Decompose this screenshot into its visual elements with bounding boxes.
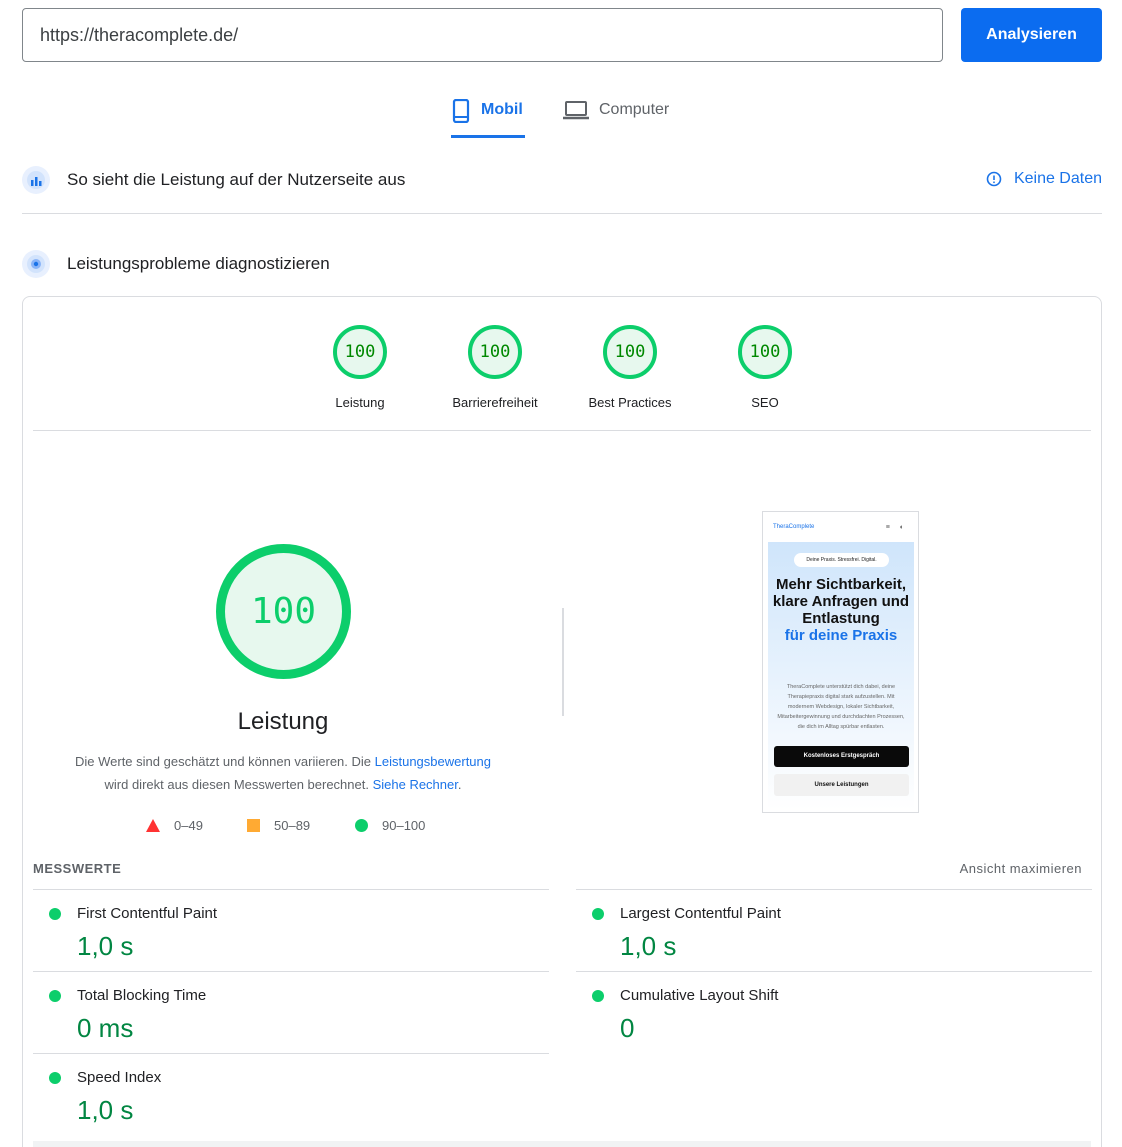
score-link[interactable]: Leistungsbewertung [375,754,491,769]
screenshot-headline-text: Mehr Sichtbarkeit, klare Anfragen und En… [772,576,910,627]
metric-label: Cumulative Layout Shift [620,987,779,1004]
info-icon [986,171,1002,187]
legend-pass: 90–100 [355,818,425,833]
legend-range: 90–100 [382,818,426,833]
menu-icon: ≡ ◐ [885,523,908,531]
bottom-bar [33,1141,1091,1147]
gauge-score: 100 [603,325,657,379]
maximize-view-button[interactable]: Ansicht maximieren [960,861,1082,876]
field-data-icon [22,166,50,194]
circle-icon [355,819,368,832]
screenshot-secondary-cta: Unsere Leistungen [774,774,909,796]
gauge-performance[interactable]: 100 Leistung [295,325,425,410]
vertical-divider [562,608,564,716]
good-status-icon [49,1072,61,1084]
good-status-icon [49,908,61,920]
field-data-title: So sieht die Leistung auf der Nutzerseit… [67,170,406,189]
metric-value: 0 ms [77,1013,134,1043]
metric-value: 1,0 s [77,931,134,961]
screenshot-hero: Deine Praxis. Stressfrei. Digital. Mehr … [768,542,914,810]
tab-mobile[interactable]: Mobil [451,92,525,138]
performance-title: Leistung [237,708,329,735]
gauge-seo[interactable]: 100 SEO [700,325,830,410]
metric-tbt: Total Blocking Time 0 ms [33,971,549,1053]
gauges-divider [33,430,1091,431]
no-data-link[interactable]: Keine Daten [986,170,1102,188]
diagnose-section: Leistungsprobleme diagnostizieren [22,244,1102,284]
phone-icon [452,99,470,123]
metric-fcp: First Contentful Paint 1,0 s [33,889,549,971]
no-data-label: Keine Daten [1013,170,1102,187]
performance-gauge: 100 [216,544,351,679]
screenshot-body: TheraComplete unterstützt dich dabei, de… [777,684,905,730]
tab-computer-label: Computer [599,101,670,118]
metric-label: Speed Index [77,1069,162,1086]
metric-lcp: Largest Contentful Paint 1,0 s [576,889,1092,971]
good-status-icon [592,990,604,1002]
metric-label: First Contentful Paint [77,905,218,922]
gauge-label: Leistung [335,395,385,410]
laptop-icon [563,101,589,120]
metric-speed-index: Speed Index 1,0 s [33,1053,549,1135]
gauge-label: Best Practices [588,395,672,410]
calculator-link[interactable]: Siehe Rechner [373,777,458,792]
explain-text: . [457,777,462,792]
section-divider [22,213,1102,214]
gauge-score: 100 [468,325,522,379]
gauge-score: 100 [738,325,792,379]
explain-text: wird direkt aus diesen Messwerten berech… [104,777,373,792]
screenshot-headline-accent: für deine Praxis [784,627,898,644]
screenshot-primary-cta: Kostenloses Erstgespräch [774,746,909,767]
analyze-button[interactable]: Analysieren [961,8,1102,62]
screenshot-header: TheraComplete ≡ ◐ [763,512,918,542]
tab-mobile-label: Mobil [481,101,523,118]
metric-value: 1,0 s [77,1095,134,1125]
legend-range: 0–49 [174,818,203,833]
diagnose-icon [22,250,50,278]
diagnose-title: Leistungsprobleme diagnostizieren [67,254,330,273]
gauge-best-practices[interactable]: 100 Best Practices [565,325,695,410]
legend-range: 50–89 [274,818,311,833]
good-status-icon [49,990,61,1002]
gauge-accessibility[interactable]: 100 Barrierefreiheit [430,325,560,410]
gauge-label: SEO [751,395,779,410]
field-data-section: So sieht die Leistung auf der Nutzerseit… [22,160,1102,200]
legend-fail: 0–49 [146,818,203,833]
metrics-heading: MESSWERTE [33,861,122,876]
explain-text: Die Werte sind geschätzt und können vari… [74,754,375,769]
tab-computer[interactable]: Computer [563,92,679,138]
screenshot-headline: Mehr Sichtbarkeit, klare Anfragen und En… [768,576,914,644]
good-status-icon [592,908,604,920]
performance-explanation: Die Werte sind geschätzt und können vari… [33,750,533,796]
metric-label: Total Blocking Time [77,987,207,1004]
url-input[interactable] [22,8,943,62]
gauge-label: Barrierefreiheit [452,395,538,410]
metric-label: Largest Contentful Paint [620,905,781,922]
triangle-icon [146,819,160,832]
metric-value: 0 [620,1013,635,1043]
gauge-score: 100 [333,325,387,379]
metric-value: 1,0 s [620,931,677,961]
screenshot-brand: TheraComplete [773,524,815,530]
final-screenshot[interactable]: TheraComplete ≡ ◐ Deine Praxis. Stressfr… [762,511,919,813]
square-icon [247,819,260,832]
screenshot-badge: Deine Praxis. Stressfrei. Digital. [794,553,889,567]
legend-average: 50–89 [247,818,310,833]
metric-cls: Cumulative Layout Shift 0 [576,971,1092,1053]
